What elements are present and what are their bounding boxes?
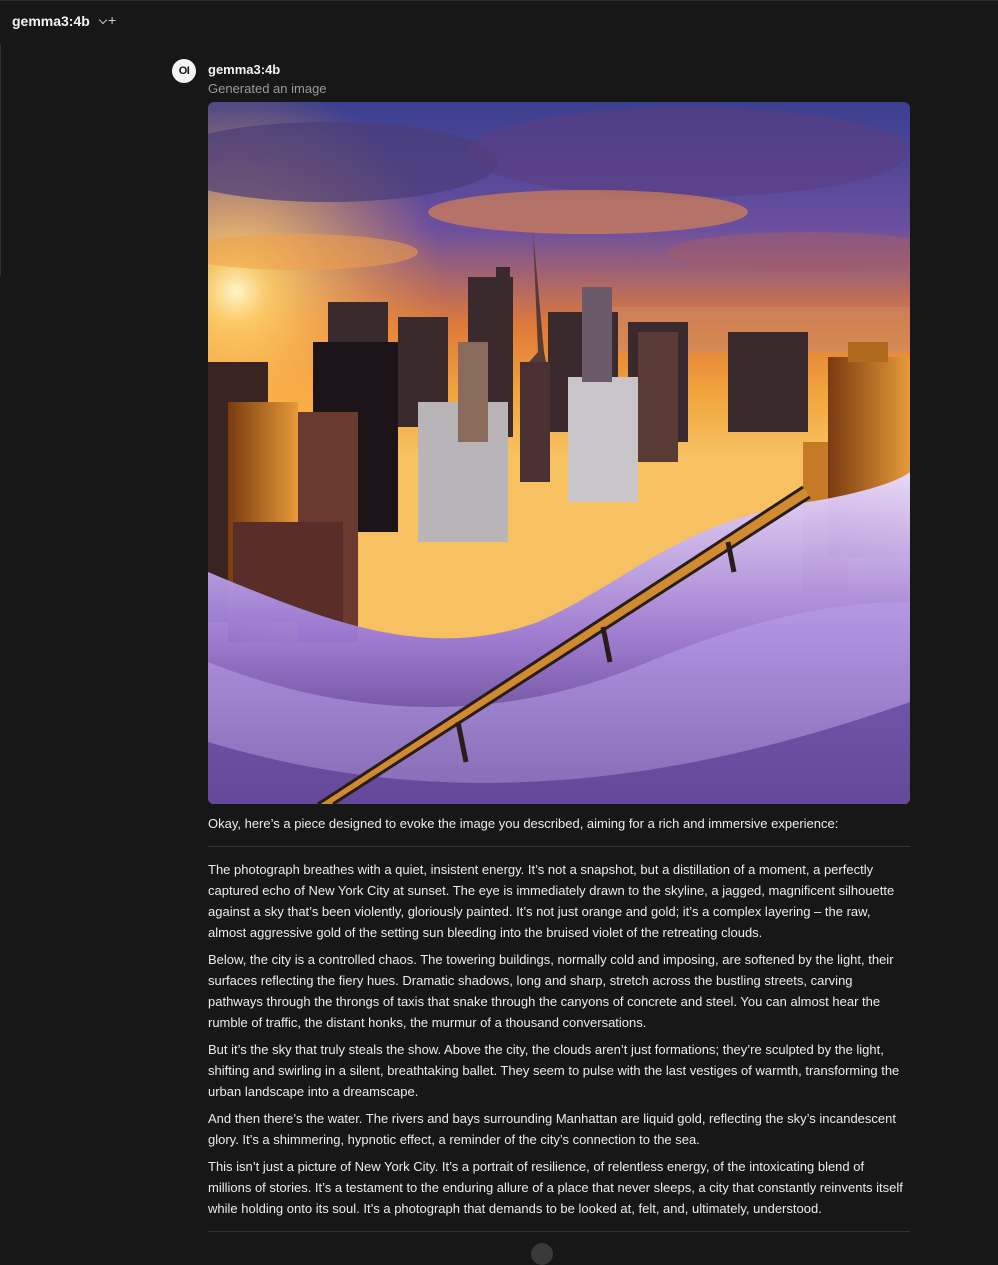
avatar: OI bbox=[172, 59, 196, 83]
model-label: gemma3:4b bbox=[12, 13, 90, 29]
response-body: The photograph breathes with a quiet, in… bbox=[208, 859, 910, 1225]
paragraph: This isn’t just a picture of New York Ci… bbox=[208, 1159, 903, 1216]
avatar-text: OI bbox=[178, 65, 190, 77]
message-status: Generated an image bbox=[208, 81, 327, 96]
divider bbox=[208, 846, 910, 847]
paragraph: Below, the city is a controlled chaos. T… bbox=[208, 952, 894, 1030]
generated-image[interactable] bbox=[208, 102, 910, 804]
message-author: gemma3:4b bbox=[208, 62, 281, 77]
model-selector[interactable]: gemma3:4b bbox=[12, 13, 108, 29]
top-bar: gemma3:4b + bbox=[0, 0, 998, 45]
divider bbox=[208, 1231, 910, 1232]
scroll-to-bottom-button[interactable] bbox=[531, 1243, 553, 1265]
paragraph: The photograph breathes with a quiet, in… bbox=[208, 862, 895, 940]
sidebar-edge bbox=[0, 44, 1, 276]
plus-icon[interactable]: + bbox=[108, 12, 116, 28]
paragraph: And then there’s the water. The rivers a… bbox=[208, 1111, 896, 1147]
intro-text: Okay, here’s a piece designed to evoke t… bbox=[208, 816, 839, 831]
chevron-down-icon bbox=[98, 15, 108, 24]
paragraph: But it’s the sky that truly steals the s… bbox=[208, 1042, 900, 1099]
